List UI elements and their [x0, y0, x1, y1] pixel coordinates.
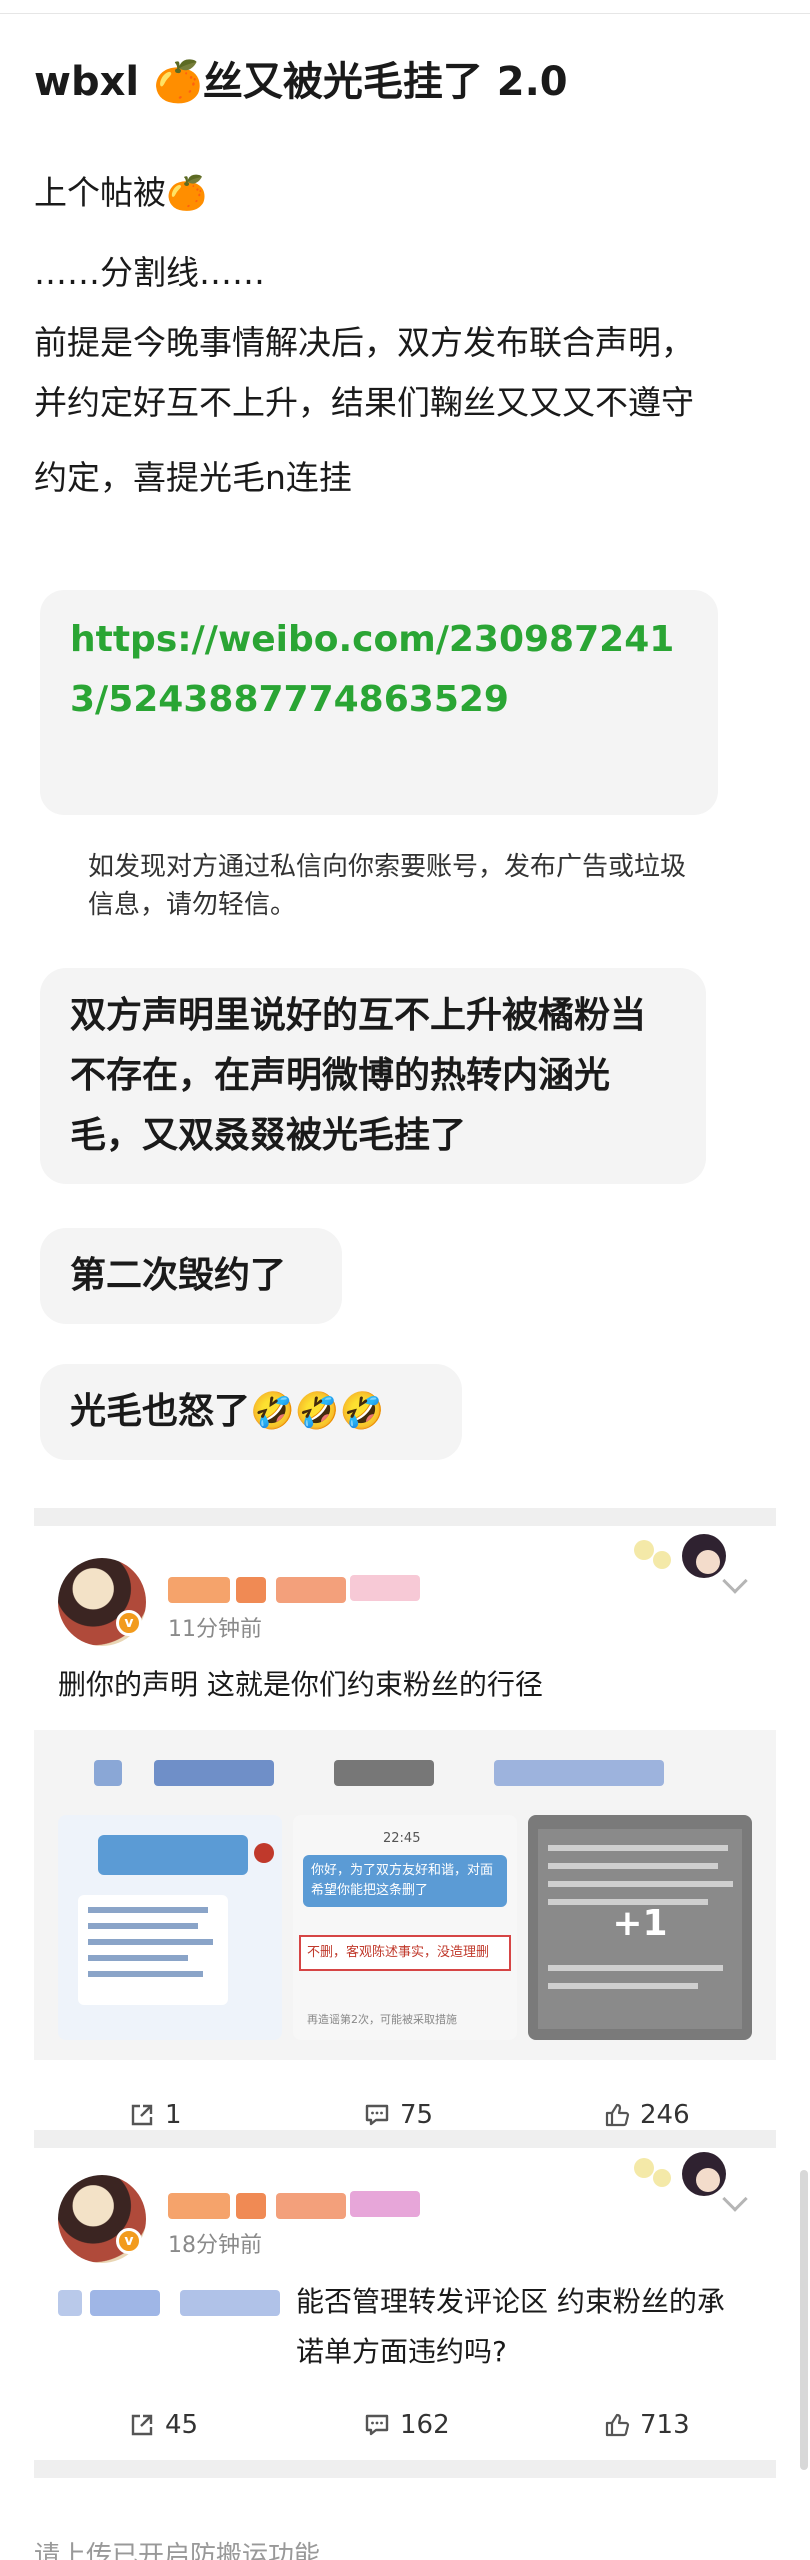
thumb-time: 22:45: [383, 1831, 421, 1846]
share-count: 1: [165, 2100, 182, 2130]
user-badge: [350, 2191, 420, 2217]
redacted-mention: [90, 2290, 160, 2316]
section-divider: [34, 2130, 776, 2148]
section-divider: [34, 1508, 776, 1526]
link-card[interactable]: https://weibo.com/2309872413/52438877748…: [40, 590, 718, 815]
comment-image-strip[interactable]: 22:45 你好，为了双方友好和谐，对面希望你能把这条删了 不删，客观陈述事实，…: [34, 1730, 776, 2060]
thumbnail-image[interactable]: [58, 1815, 282, 2040]
share-icon: [129, 2412, 155, 2438]
comment-button[interactable]: 162: [364, 2385, 450, 2465]
redacted-strip: [334, 1760, 434, 1786]
comment-actions: 45 162 713: [34, 2385, 776, 2465]
share-button[interactable]: 45: [129, 2385, 198, 2465]
user-badge: [350, 1575, 420, 1601]
comment-text: 能否管理转发评论区 约束粉丝的承诺单方面违约吗?: [296, 2285, 725, 2368]
share-count: 45: [165, 2410, 199, 2440]
message-bubble: 光毛也怒了🤣🤣🤣: [40, 1364, 462, 1460]
username-redacted: [276, 2193, 346, 2219]
thumbs-up-icon: [604, 2412, 630, 2438]
username-redacted: [276, 1577, 346, 1603]
username-redacted: [236, 2193, 266, 2219]
like-count: 713: [640, 2410, 690, 2440]
comment-icon: [364, 2102, 390, 2128]
comment-time: 11分钟前: [168, 1617, 262, 1642]
post-title: wbxl 🍊丝又被光毛挂了 2.0: [34, 59, 568, 105]
share-icon: [129, 2102, 155, 2128]
comment-text: 删你的声明 这就是你们约束粉丝的行径: [58, 1668, 543, 1701]
username-redacted[interactable]: [168, 2193, 230, 2219]
redacted-strip: [94, 1760, 122, 1786]
section-divider: [34, 2460, 776, 2478]
verified-icon: v: [116, 1610, 142, 1636]
username-redacted: [236, 1577, 266, 1603]
top-divider: [0, 0, 810, 14]
comment-count: 162: [400, 2410, 450, 2440]
redacted-mention: [180, 2290, 280, 2316]
thumb-bubble: 你好，为了双方友好和谐，对面希望你能把这条删了: [303, 1855, 507, 1907]
post-line-5: 约定，喜提光毛n连挂: [34, 458, 352, 497]
message-bubble: 双方声明里说好的互不上升被橘粉当不存在，在声明微博的热转内涵光毛，又双叒叕被光毛…: [40, 968, 706, 1184]
safety-notice: 如发现对方通过私信向你索要账号，发布广告或垃圾信息，请勿轻信。: [88, 852, 687, 920]
thumb-quote: 不删，客观陈述事实，没造理删: [299, 1935, 511, 1971]
thumb-footer: 再造谣第2次，可能被采取措施: [307, 2013, 457, 2026]
comment-icon: [364, 2412, 390, 2438]
post-line-4: 并约定好互不上升，结果们鞠丝又又又不遵守: [34, 383, 694, 422]
post-line-2: ……分割线……: [34, 253, 265, 292]
username-redacted[interactable]: [168, 1577, 230, 1603]
post-line-1: 上个帖被🍊: [34, 173, 208, 212]
comment-time: 18分钟前: [168, 2233, 262, 2258]
thumbs-up-icon: [604, 2102, 630, 2128]
scrollbar[interactable]: [800, 2170, 808, 2470]
bottom-hint: 请上传已开启防搬运功能: [34, 2541, 321, 2560]
thumbnail-image[interactable]: 22:45 你好，为了双方友好和谐，对面希望你能把这条删了 不删，客观陈述事实，…: [293, 1815, 517, 2040]
redacted-strip: [154, 1760, 274, 1786]
like-button[interactable]: 713: [604, 2385, 690, 2465]
redacted-strip: [494, 1760, 664, 1786]
message-bubble: 第二次毁约了: [40, 1228, 342, 1324]
verified-icon: v: [116, 2228, 142, 2254]
weibo-link[interactable]: https://weibo.com/2309872413/52438877748…: [70, 610, 688, 730]
comment-count: 75: [400, 2100, 434, 2130]
thumbnail-image[interactable]: +1: [528, 1815, 752, 2040]
redacted-mention: [58, 2290, 82, 2316]
more-images-count: +1: [612, 1903, 668, 1944]
like-count: 246: [640, 2100, 690, 2130]
